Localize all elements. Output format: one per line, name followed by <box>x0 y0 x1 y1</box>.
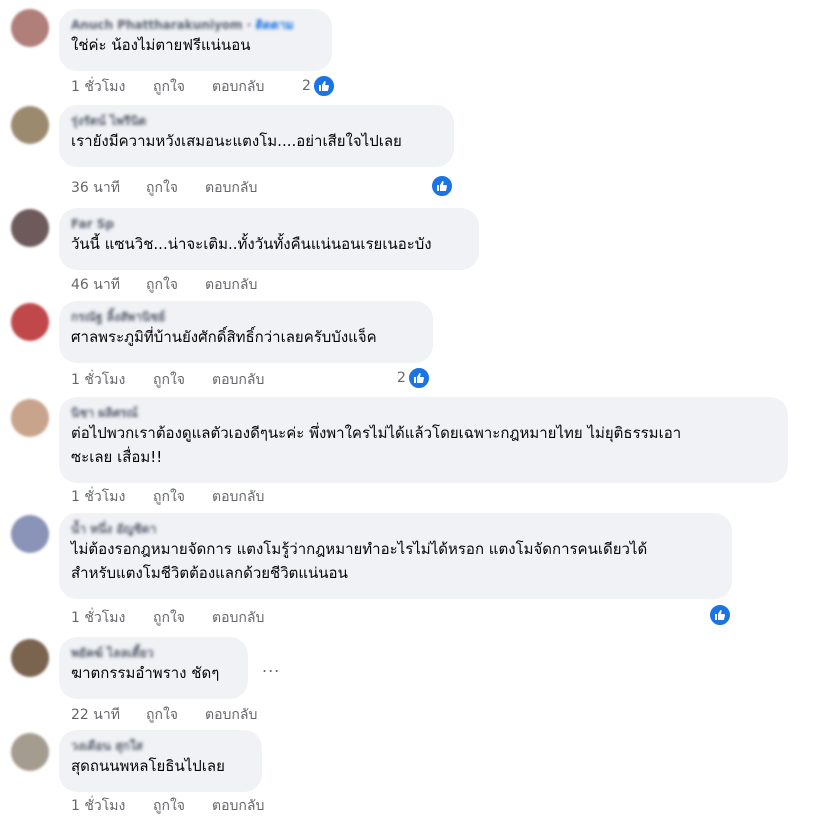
comment-actions: 22 นาที ถูกใจ ตอบกลับ <box>71 704 257 726</box>
like-button[interactable]: ถูกใจ <box>153 795 212 817</box>
reaction-count[interactable] <box>709 604 731 626</box>
thumbs-up-icon <box>312 75 335 97</box>
comment-text: วันนี้ แซนวิช...น่าจะเติม..ทั้งวันทั้งคื… <box>71 235 432 253</box>
comment-text: ซะเลย เสื่อม!! <box>71 448 163 466</box>
reply-button[interactable]: ตอบกลับ <box>212 369 264 391</box>
reply-button[interactable]: ตอบกลับ <box>205 704 257 726</box>
like-button[interactable]: ถูกใจ <box>146 177 205 199</box>
comment-bubble: Anuch Phattharakuniyom · ติดตาม ใช่ค่ะ น… <box>59 9 332 71</box>
more-options-icon[interactable]: ... <box>262 657 280 676</box>
like-button[interactable]: ถูกใจ <box>146 274 205 296</box>
like-button[interactable]: ถูกใจ <box>146 704 205 726</box>
comment-bubble: Far Sp วันนี้ แซนวิช...น่าจะเติม..ทั้งวั… <box>59 208 479 270</box>
like-button[interactable]: ถูกใจ <box>153 486 212 508</box>
comment-text: ต่อไปพวกเราต้องดูแลตัวเองดีๆนะค่ะ พึ่งพา… <box>71 424 682 442</box>
avatar[interactable] <box>11 303 49 341</box>
timestamp[interactable]: 1 ชั่วโมง <box>71 795 153 817</box>
follow-badge: ติดตาม <box>255 18 294 32</box>
comment-text: สำหรับแตงโมชีวิตต้องแลกด้วยชีวิตแน่นอน <box>71 564 348 582</box>
like-button[interactable]: ถูกใจ <box>153 607 212 629</box>
comment-text: ฆาตกรรมอำพราง ชัดๆ <box>71 664 220 682</box>
timestamp[interactable]: 1 ชั่วโมง <box>71 486 153 508</box>
commenter-name[interactable]: Anuch Phattharakuniyom · ติดตาม <box>71 17 320 33</box>
timestamp[interactable]: 1 ชั่วโมง <box>71 369 153 391</box>
timestamp[interactable]: 22 นาที <box>71 704 146 726</box>
comment-actions: 46 นาที ถูกใจ ตอบกลับ <box>71 274 257 296</box>
reaction-count[interactable] <box>431 175 453 197</box>
comment-actions: 1 ชั่วโมง ถูกใจ ตอบกลับ <box>71 795 264 817</box>
avatar[interactable] <box>11 639 49 677</box>
timestamp[interactable]: 46 นาที <box>71 274 146 296</box>
commenter-name[interactable]: รุ่งรัตน์ ไพรีนิต <box>71 113 442 129</box>
reply-button[interactable]: ตอบกลับ <box>212 76 264 98</box>
commenter-name[interactable]: กรณัฐ ลิ้งสัพานิชย์ <box>71 309 421 325</box>
comment-bubble: พยัคฆ์ ไลลเตี้ยว ฆาตกรรมอำพราง ชัดๆ <box>59 637 248 699</box>
comment-text: ไม่ต้องรอกฎหมายจัดการ แตงโมรู้ว่ากฎหมายท… <box>71 540 648 558</box>
thumbs-up-icon <box>431 175 453 197</box>
comment-actions: 1 ชั่วโมง ถูกใจ ตอบกลับ <box>71 486 264 508</box>
thumbs-up-icon <box>407 367 430 389</box>
comment-bubble: วงเดือน สุกใส สุดถนนพหลโยธินไปเลย <box>59 730 262 792</box>
reply-button[interactable]: ตอบกลับ <box>205 274 257 296</box>
comment-actions: 1 ชั่วโมง ถูกใจ ตอบกลับ <box>71 76 264 98</box>
avatar[interactable] <box>11 399 49 437</box>
comment-bubble: รุ่งรัตน์ ไพรีนิต เรายังมีความหวังเสมอนะ… <box>59 105 454 167</box>
comment-actions: 1 ชั่วโมง ถูกใจ ตอบกลับ <box>71 369 264 391</box>
timestamp[interactable]: 36 นาที <box>71 177 146 199</box>
commenter-name[interactable]: นิชา ผลิศรณ์ <box>71 405 776 421</box>
commenter-name[interactable]: Far Sp <box>71 216 467 232</box>
timestamp[interactable]: 1 ชั่วโมง <box>71 607 153 629</box>
comment-bubble: กรณัฐ ลิ้งสัพานิชย์ ศาลพระภูมิที่บ้านยัง… <box>59 301 433 363</box>
avatar[interactable] <box>11 209 49 247</box>
comment-text: ศาลพระภูมิที่บ้านยังศักดิ์สิทธิ์กว่าเลยค… <box>71 328 377 346</box>
reply-button[interactable]: ตอบกลับ <box>205 177 257 199</box>
reply-button[interactable]: ตอบกลับ <box>212 486 264 508</box>
comment-text: เรายังมีความหวังเสมอนะแตงโม....อย่าเสียใ… <box>71 132 402 150</box>
commenter-name[interactable]: น้ำ หนึ่ง อัญชิดา <box>71 521 720 537</box>
like-button[interactable]: ถูกใจ <box>153 76 212 98</box>
timestamp[interactable]: 1 ชั่วโมง <box>71 76 153 98</box>
reaction-count[interactable]: 2 <box>397 367 430 389</box>
commenter-name[interactable]: พยัคฆ์ ไลลเตี้ยว <box>71 645 236 661</box>
like-button[interactable]: ถูกใจ <box>153 369 212 391</box>
comment-text: ใช่ค่ะ น้องไม่ตายฟรีแน่นอน <box>71 36 251 54</box>
reply-button[interactable]: ตอบกลับ <box>212 607 264 629</box>
comment-actions: 36 นาที ถูกใจ ตอบกลับ <box>71 177 257 199</box>
thumbs-up-icon <box>709 604 731 626</box>
avatar[interactable] <box>11 106 49 144</box>
comment-actions: 1 ชั่วโมง ถูกใจ ตอบกลับ <box>71 607 264 629</box>
avatar[interactable] <box>11 733 49 771</box>
avatar[interactable] <box>11 9 49 47</box>
comment-bubble: น้ำ หนึ่ง อัญชิดา ไม่ต้องรอกฎหมายจัดการ … <box>59 513 732 599</box>
avatar[interactable] <box>11 515 49 553</box>
reply-button[interactable]: ตอบกลับ <box>212 795 264 817</box>
comment-bubble: นิชา ผลิศรณ์ ต่อไปพวกเราต้องดูแลตัวเองดี… <box>59 397 788 483</box>
reaction-count[interactable]: 2 <box>302 75 335 97</box>
comment-text: สุดถนนพหลโยธินไปเลย <box>71 757 225 775</box>
commenter-name[interactable]: วงเดือน สุกใส <box>71 738 250 754</box>
